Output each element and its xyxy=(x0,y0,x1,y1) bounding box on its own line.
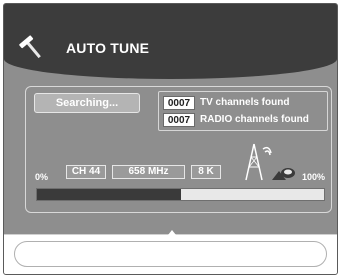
searching-status-button[interactable]: Searching... xyxy=(34,93,140,113)
hammer-icon xyxy=(19,35,41,59)
up-arrow-icon xyxy=(168,230,176,235)
progress-bar xyxy=(36,188,325,201)
tv-count: 0007 xyxy=(163,96,195,110)
radio-count: 0007 xyxy=(163,113,195,127)
bandwidth-box: 8 K xyxy=(191,165,221,179)
scan-panel: Searching... 0007 TV channels found 0007… xyxy=(25,86,332,213)
radio-count-label: RADIO channels found xyxy=(200,114,309,125)
page-title: AUTO TUNE xyxy=(66,40,150,56)
tv-count-label: TV channels found xyxy=(200,97,290,108)
progress-fill xyxy=(37,189,181,200)
bottom-input-bar[interactable] xyxy=(14,241,327,267)
progress-start-label: 0% xyxy=(35,172,49,182)
channel-box: CH 44 xyxy=(66,165,106,179)
tower-icon xyxy=(245,143,295,181)
auto-tune-screen: AUTO TUNE Searching... 0007 TV channels … xyxy=(3,3,338,275)
frequency-box: 658 MHz xyxy=(112,165,185,179)
header-band xyxy=(4,4,337,79)
progress-end-label: 100% xyxy=(302,172,326,182)
